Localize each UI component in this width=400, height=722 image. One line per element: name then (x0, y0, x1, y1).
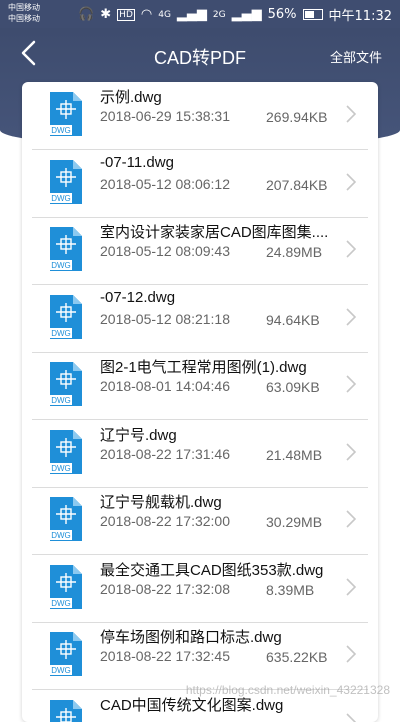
file-list: DWG 示例.dwg 2018-06-29 15:38:31 269.94KB … (22, 82, 378, 722)
chevron-right-icon (344, 711, 358, 722)
chevron-right-icon (344, 306, 358, 328)
svg-text:DWG: DWG (51, 531, 71, 540)
battery-icon (303, 9, 323, 20)
file-size: 635.22KB (266, 648, 332, 667)
signal-label-2: 2G (213, 10, 226, 20)
dwg-file-icon: DWG (48, 294, 84, 340)
all-files-button[interactable]: 全部文件 (330, 47, 382, 66)
dwg-file-icon: DWG (48, 226, 84, 272)
file-list-item[interactable]: DWG 示例.dwg 2018-06-29 15:38:31 269.94KB (32, 82, 368, 150)
file-size: 24.89MB (266, 243, 332, 262)
file-list-item[interactable]: DWG -07-11.dwg 2018-05-12 08:06:12 207.8… (32, 150, 368, 218)
clock: 中午11:32 (329, 5, 392, 24)
file-name: -07-12.dwg (100, 289, 340, 306)
chevron-right-icon (344, 238, 358, 260)
file-list-item[interactable]: DWG 图2-1电气工程常用图例(1).dwg 2018-08-01 14:04… (32, 352, 368, 420)
file-list-item[interactable]: DWG 辽宁号舰载机.dwg 2018-08-22 17:32:00 30.29… (32, 487, 368, 555)
dwg-file-icon: DWG (48, 429, 84, 475)
file-date: 2018-08-22 17:32:00 (100, 513, 230, 529)
dwg-file-icon: DWG (48, 631, 84, 677)
carrier-name-1: 中国移动 (8, 2, 40, 13)
file-date: 2018-05-12 08:21:18 (100, 311, 230, 327)
file-name: 图2-1电气工程常用图例(1).dwg (100, 356, 340, 377)
file-list-item[interactable]: DWG -07-12.dwg 2018-05-12 08:21:18 94.64… (32, 285, 368, 353)
chevron-right-icon (344, 508, 358, 530)
chevron-right-icon (344, 171, 358, 193)
file-date: 2018-05-12 08:06:12 (100, 176, 230, 192)
file-list-item[interactable]: DWG 室内设计家装家居CAD图库图集.... 2018-05-12 08:09… (32, 217, 368, 285)
svg-text:DWG: DWG (51, 464, 71, 473)
dwg-file-icon: DWG (48, 361, 84, 407)
svg-text:DWG: DWG (51, 396, 71, 405)
carrier-info: 中国移动 中国移动 (8, 2, 40, 24)
svg-text:DWG: DWG (51, 194, 71, 203)
carrier-name-2: 中国移动 (8, 13, 40, 24)
file-date: 2018-08-01 14:04:46 (100, 378, 230, 394)
watermark-text: https://blog.csdn.net/weixin_43221328 (186, 683, 390, 697)
file-size: 94.64KB (266, 311, 332, 330)
file-date: 2018-08-22 17:31:46 (100, 446, 230, 462)
file-name: 示例.dwg (100, 86, 340, 107)
svg-text:DWG: DWG (51, 329, 71, 338)
dwg-file-icon: DWG (48, 159, 84, 205)
battery-percent: 56% (268, 7, 297, 22)
file-size: 30.29MB (266, 513, 332, 532)
file-size: 269.94KB (266, 108, 332, 127)
svg-text:DWG: DWG (51, 261, 71, 270)
file-size: 207.84KB (266, 176, 332, 195)
file-name: 停车场图例和路口标志.dwg (100, 626, 340, 647)
file-list-item[interactable]: DWG 最全交通工具CAD图纸353款.dwg 2018-08-22 17:32… (32, 555, 368, 623)
file-date: 2018-06-29 15:38:31 (100, 108, 230, 124)
file-name: 最全交通工具CAD图纸353款.dwg (100, 559, 340, 580)
headphones-icon: 🎧 (78, 7, 94, 22)
signal-label-1: 4G (158, 10, 171, 20)
file-name: -07-11.dwg (100, 154, 340, 171)
chevron-right-icon (344, 373, 358, 395)
dwg-file-icon: DWG (48, 564, 84, 610)
status-icons: 🎧 ✱ HD ◠ 4G ▂▄▆ 2G ▂▄▆ 56% 中午11:32 (78, 5, 392, 24)
hd-icon: HD (117, 9, 135, 21)
chevron-right-icon (344, 103, 358, 125)
file-name: 辽宁号舰载机.dwg (100, 491, 340, 512)
file-size: 8.39MB (266, 581, 332, 600)
file-size: 21.48MB (266, 446, 332, 465)
dwg-file-icon: DWG (48, 699, 84, 722)
chevron-right-icon (344, 643, 358, 665)
dwg-file-icon: DWG (48, 91, 84, 137)
file-name: 辽宁号.dwg (100, 424, 340, 445)
file-date: 2018-08-22 17:32:45 (100, 648, 230, 664)
status-bar: 中国移动 中国移动 🎧 ✱ HD ◠ 4G ▂▄▆ 2G ▂▄▆ 56% 中午1… (0, 0, 400, 28)
chevron-right-icon (344, 576, 358, 598)
bluetooth-icon: ✱ (100, 7, 111, 22)
dwg-file-icon: DWG (48, 496, 84, 542)
file-size: 63.09KB (266, 378, 332, 397)
file-name: 室内设计家装家居CAD图库图集.... (100, 221, 340, 242)
svg-text:DWG: DWG (51, 666, 71, 675)
svg-text:DWG: DWG (51, 126, 71, 135)
signal-bars-icon-2: ▂▄▆ (232, 7, 262, 22)
file-list-item[interactable]: DWG 辽宁号.dwg 2018-08-22 17:31:46 21.48MB (32, 420, 368, 488)
signal-bars-icon: ▂▄▆ (177, 7, 207, 22)
chevron-right-icon (344, 441, 358, 463)
wifi-icon: ◠ (141, 7, 152, 22)
file-list-item[interactable]: DWG 停车场图例和路口标志.dwg 2018-08-22 17:32:45 6… (32, 622, 368, 690)
svg-text:DWG: DWG (51, 599, 71, 608)
file-date: 2018-08-22 17:32:08 (100, 581, 230, 597)
file-date: 2018-05-12 08:09:43 (100, 243, 230, 259)
